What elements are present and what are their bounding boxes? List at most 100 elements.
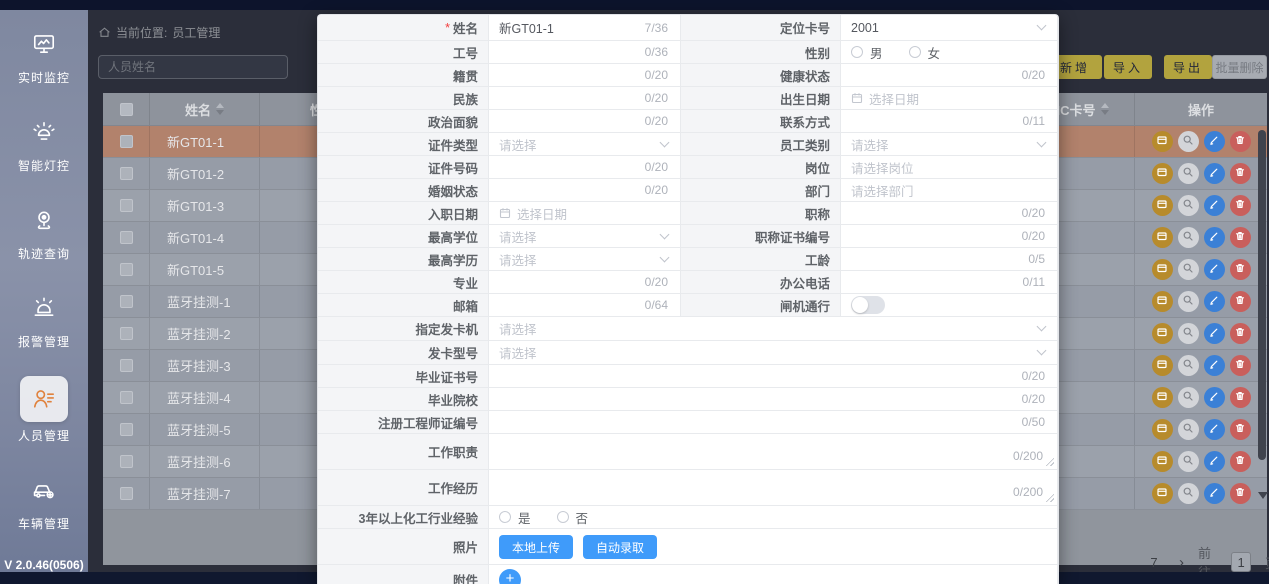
edit-button[interactable] [1204,323,1225,344]
export-button[interactable]: 导出 [1164,55,1212,79]
field-major-text[interactable]: 0/20 [489,271,681,294]
delete-button[interactable] [1230,323,1251,344]
field-years-of-service-text[interactable]: 0/5 [841,248,1058,271]
gate-access-toggle[interactable] [851,296,885,314]
issue-card-button[interactable] [1152,163,1173,184]
field-card-model-select[interactable]: 请选择 [489,341,1058,365]
row-checkbox[interactable] [120,199,133,212]
radio-option-是[interactable]: 是 [499,508,531,527]
field-marital-status-text[interactable]: 0/20 [489,179,681,202]
view-button[interactable] [1178,483,1199,504]
field-card-issuer-select[interactable]: 请选择 [489,317,1058,341]
edit-button[interactable] [1204,259,1225,280]
radio-option-女[interactable]: 女 [909,43,941,62]
row-checkbox[interactable] [120,487,133,500]
delete-button[interactable] [1230,387,1251,408]
field-native-place-text[interactable]: 0/20 [489,64,681,87]
row-checkbox[interactable] [120,135,133,148]
delete-button[interactable] [1230,291,1251,312]
issue-card-button[interactable] [1152,227,1173,248]
issue-card-button[interactable] [1152,451,1173,472]
view-button[interactable] [1178,355,1199,376]
view-button[interactable] [1178,195,1199,216]
page-button-7[interactable]: 7 [1143,555,1165,570]
row-checkbox[interactable] [120,359,133,372]
table-scrollbar[interactable] [1257,126,1267,533]
issue-card-button[interactable] [1152,323,1173,344]
resize-grip[interactable] [1045,457,1054,466]
field-job-duty-textarea[interactable]: 0/200 [489,434,1058,470]
delete-button[interactable] [1230,227,1251,248]
next-page-button[interactable]: › [1179,554,1184,571]
field-diploma-no-text[interactable]: 0/20 [489,365,1058,388]
view-button[interactable] [1178,259,1199,280]
edit-button[interactable] [1204,451,1225,472]
field-ethnicity-text[interactable]: 0/20 [489,87,681,110]
edit-button[interactable] [1204,291,1225,312]
issue-card-button[interactable] [1152,131,1173,152]
select-all-checkbox[interactable] [120,103,133,116]
row-checkbox[interactable] [120,295,133,308]
edit-button[interactable] [1204,227,1225,248]
issue-card-button[interactable] [1152,419,1173,440]
field-work-experience-textarea[interactable]: 0/200 [489,470,1058,506]
sidebar-item-realtime-monitor[interactable]: 实时监控 [18,24,70,86]
issue-card-button[interactable] [1152,195,1173,216]
delete-button[interactable] [1230,419,1251,440]
delete-button[interactable] [1230,355,1251,376]
sidebar-item-track-query[interactable]: 轨迹查询 [18,200,70,262]
field-employee-category-select[interactable]: 请选择 [841,133,1058,156]
row-checkbox[interactable] [120,391,133,404]
column-header-name[interactable]: 姓名 [150,93,260,125]
row-checkbox[interactable] [120,231,133,244]
sidebar-item-alarm-management[interactable]: 报警管理 [18,288,70,350]
view-button[interactable] [1178,131,1199,152]
field-id-number-text[interactable]: 0/20 [489,156,681,179]
field-post-text[interactable]: 请选择岗位 [841,156,1058,179]
issue-card-button[interactable] [1152,387,1173,408]
edit-button[interactable] [1204,387,1225,408]
row-checkbox[interactable] [120,455,133,468]
auto-capture-button[interactable]: 自动录取 [583,535,657,559]
field-title-text[interactable]: 0/20 [841,202,1058,225]
row-checkbox[interactable] [120,423,133,436]
scrollbar-thumb[interactable] [1258,130,1266,460]
edit-button[interactable] [1204,483,1225,504]
field-graduate-school-text[interactable]: 0/20 [489,388,1058,411]
row-checkbox[interactable] [120,167,133,180]
edit-button[interactable] [1204,355,1225,376]
field-contact-text[interactable]: 0/11 [841,110,1058,133]
delete-button[interactable] [1230,131,1251,152]
field-name-text[interactable]: 新GT01-17/36 [489,15,681,41]
delete-button[interactable] [1230,259,1251,280]
delete-button[interactable] [1230,483,1251,504]
import-button[interactable]: 导入 [1104,55,1152,79]
field-email-text[interactable]: 0/64 [489,294,681,317]
sidebar-item-personnel-management[interactable]: 人员管理 [18,376,70,444]
resize-grip[interactable] [1045,493,1054,502]
view-button[interactable] [1178,451,1199,472]
field-registered-engineer-no-text[interactable]: 0/50 [489,411,1058,434]
delete-button[interactable] [1230,163,1251,184]
field-employee-no-text[interactable]: 0/36 [489,41,681,64]
field-political-status-text[interactable]: 0/20 [489,110,681,133]
field-title-cert-no-text[interactable]: 0/20 [841,225,1058,248]
edit-button[interactable] [1204,131,1225,152]
field-location-card-no-select[interactable]: 2001 [841,15,1058,41]
view-button[interactable] [1178,291,1199,312]
edit-button[interactable] [1204,195,1225,216]
issue-card-button[interactable] [1152,355,1173,376]
view-button[interactable] [1178,419,1199,440]
field-gate-access-toggle[interactable] [841,294,1058,317]
delete-button[interactable] [1230,451,1251,472]
field-id-type-select[interactable]: 请选择 [489,133,681,156]
delete-button[interactable] [1230,195,1251,216]
view-button[interactable] [1178,387,1199,408]
field-health-status-text[interactable]: 0/20 [841,64,1058,87]
field-highest-degree-select[interactable]: 请选择 [489,225,681,248]
row-checkbox[interactable] [120,327,133,340]
field-hire-date-date[interactable]: 选择日期 [489,202,681,225]
row-checkbox[interactable] [120,263,133,276]
edit-button[interactable] [1204,419,1225,440]
scroll-down-icon[interactable] [1258,492,1268,499]
